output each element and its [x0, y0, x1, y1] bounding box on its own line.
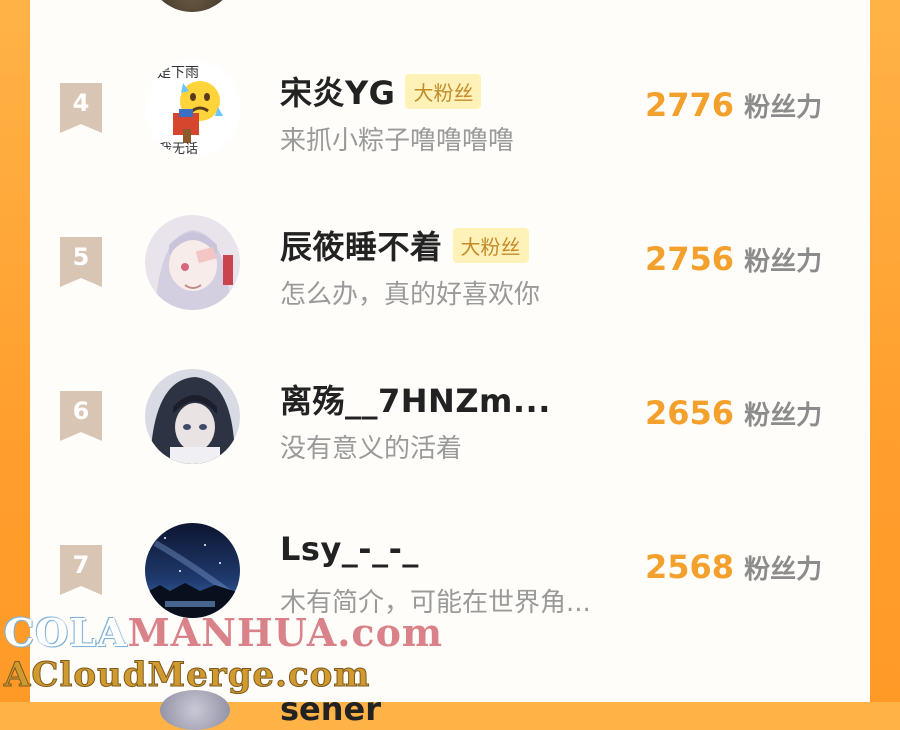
- user-name[interactable]: 辰筱睡不着: [280, 222, 443, 268]
- score-value: 2756: [645, 240, 735, 278]
- starry-night-avatar: [145, 523, 240, 618]
- user-bio: 没有意义的活着: [280, 434, 463, 464]
- fan-level-badge: 大粉丝: [452, 227, 529, 263]
- score-value: 2776: [645, 86, 735, 124]
- ranking-row-5[interactable]: 5 辰筱睡不着 大粉丝 怎么办，真的好喜欢你 2756 粉丝力: [0, 202, 900, 322]
- emoji-sweat-avatar: 是下雨 我无话: [145, 61, 240, 156]
- ranking-row-6[interactable]: 6 离殇__7HNZm... 没有意义的活着 2656 粉丝力: [0, 356, 900, 476]
- watermark-manhua: MANHUA.com: [127, 610, 444, 655]
- watermark-cola: COLA: [4, 610, 128, 655]
- user-name[interactable]: Lsy_-_-_: [280, 530, 419, 568]
- watermark-line-1: COLAMANHUA.com: [4, 610, 443, 655]
- watermark-line-2: ACloudMerge.com: [3, 655, 371, 696]
- user-avatar[interactable]: [145, 215, 240, 310]
- fan-power-score: 2756 粉丝力: [645, 240, 822, 278]
- fan-power-score: 2568 粉丝力: [645, 548, 822, 586]
- rank-badge: 6: [60, 391, 102, 441]
- hooded-character-avatar: [145, 369, 240, 464]
- score-value: 2568: [645, 548, 735, 586]
- user-avatar[interactable]: [145, 369, 240, 464]
- user-avatar[interactable]: [145, 523, 240, 618]
- fan-power-score: 2656 粉丝力: [645, 394, 822, 432]
- avatar-text-bottom: 我无话: [159, 142, 198, 156]
- next-user-avatar[interactable]: [160, 690, 230, 730]
- user-bio: 怎么办，真的好喜欢你: [280, 280, 541, 310]
- user-name[interactable]: 宋炎YG: [280, 68, 395, 114]
- score-unit: 粉丝力: [744, 247, 823, 277]
- user-avatar[interactable]: 是下雨 我无话: [145, 61, 240, 156]
- anime-girl-avatar: [145, 215, 240, 310]
- fan-power-score: 2776 粉丝力: [645, 86, 822, 124]
- ranking-row-4[interactable]: 4 是下雨 我无话 宋炎YG 大粉丝 来抓小粽子噜噜噜噜 2776 粉丝力: [0, 48, 900, 168]
- user-name[interactable]: 离殇__7HNZm...: [280, 376, 551, 422]
- next-user-name[interactable]: sener: [280, 690, 381, 728]
- avatar-text-top: 是下雨: [157, 65, 199, 81]
- rank-badge: 7: [60, 545, 102, 595]
- score-unit: 粉丝力: [744, 401, 823, 431]
- score-unit: 粉丝力: [744, 93, 823, 123]
- score-value: 2656: [645, 394, 735, 432]
- rank-badge: 5: [60, 237, 102, 287]
- user-bio: 来抓小粽子噜噜噜噜: [280, 126, 515, 156]
- rank-badge: 4: [60, 83, 102, 133]
- fan-level-badge: 大粉丝: [405, 73, 482, 109]
- score-unit: 粉丝力: [744, 555, 823, 585]
